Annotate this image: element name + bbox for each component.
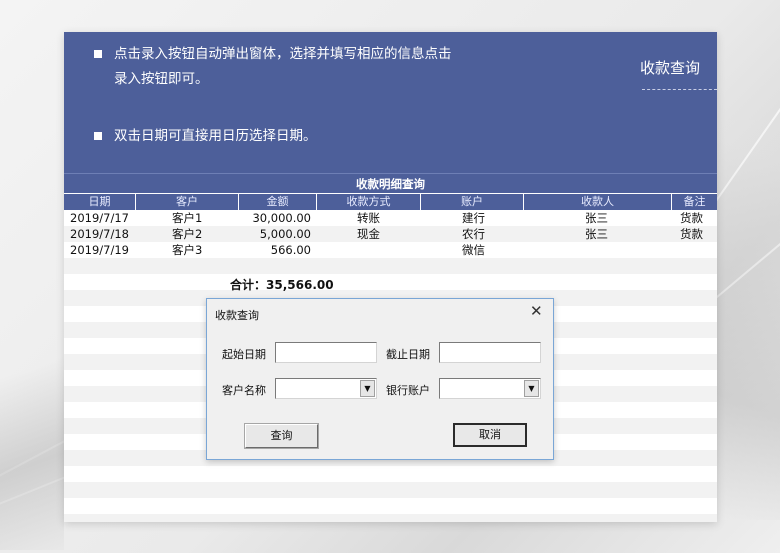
- cell-date[interactable]: 2019/7/17: [70, 210, 129, 226]
- dropdown-arrow-icon[interactable]: ▼: [524, 380, 539, 397]
- tip-text: 双击日期可直接用日历选择日期。: [114, 128, 317, 144]
- tip-text: 点击录入按钮自动弹出窗体，选择并填写相应的信息点击录入按钮即可。: [114, 46, 452, 87]
- cell-account[interactable]: 建行: [462, 210, 485, 226]
- header-amount: 金额: [239, 194, 317, 210]
- table-row[interactable]: 2019/7/17 客户1 30,000.00 转账 建行 张三 货款: [64, 210, 717, 226]
- query-button[interactable]: 查询: [244, 423, 319, 449]
- tip-entry: 点击录入按钮自动弹出窗体，选择并填写相应的信息点击录入按钮即可。: [94, 42, 454, 92]
- cell-customer[interactable]: 客户3: [172, 242, 202, 258]
- table-row[interactable]: 2019/7/18 客户2 5,000.00 现金 农行 张三 货款: [64, 226, 717, 242]
- start-date-field[interactable]: [275, 342, 377, 363]
- cell-payment-method[interactable]: 现金: [357, 226, 380, 242]
- header-payee: 收款人: [524, 194, 672, 210]
- bullet-icon: [94, 132, 102, 140]
- cell-account[interactable]: 微信: [462, 242, 485, 258]
- cell-amount[interactable]: 566.00: [239, 242, 311, 258]
- cell-customer[interactable]: 客户2: [172, 226, 202, 242]
- total-amount: 合计：35,566.00: [230, 276, 334, 293]
- customer-name-combobox[interactable]: ▼: [275, 378, 377, 399]
- header-customer: 客户: [136, 194, 239, 210]
- table-row[interactable]: 2019/7/19 客户3 566.00 微信: [64, 242, 717, 258]
- header-payment-method: 收款方式: [317, 194, 421, 210]
- cell-payee[interactable]: 张三: [585, 210, 608, 226]
- cell-payee[interactable]: 张三: [585, 226, 608, 242]
- header-account: 账户: [421, 194, 524, 210]
- query-link-underline: [642, 89, 717, 90]
- instruction-banner: 点击录入按钮自动弹出窗体，选择并填写相应的信息点击录入按钮即可。 双击日期可直接…: [64, 32, 717, 173]
- start-date-label: 起始日期: [222, 348, 266, 361]
- cell-account[interactable]: 农行: [462, 226, 485, 242]
- cell-customer[interactable]: 客户1: [172, 210, 202, 226]
- end-date-field[interactable]: [439, 342, 541, 363]
- cell-amount[interactable]: 30,000.00: [239, 210, 311, 226]
- header-date: 日期: [64, 194, 136, 210]
- tip-calendar: 双击日期可直接用日历选择日期。: [94, 124, 454, 149]
- cell-note[interactable]: 货款: [680, 226, 703, 242]
- total-value: 35,566.00: [266, 278, 334, 292]
- table-header: 日期 客户 金额 收款方式 账户 收款人 备注: [64, 194, 717, 210]
- dropdown-arrow-icon[interactable]: ▼: [360, 380, 375, 397]
- table-title: 收款明细查询: [64, 173, 717, 193]
- cell-payment-method[interactable]: 转账: [357, 210, 380, 226]
- customer-name-label: 客户名称: [222, 384, 266, 397]
- bullet-icon: [94, 50, 102, 58]
- bank-account-label: 银行账户: [386, 384, 430, 397]
- receipt-query-dialog: 收款查询 ✕ 起始日期 截止日期 客户名称 ▼ 银行账户 ▼ 查询 取消: [206, 298, 554, 460]
- cell-note[interactable]: 货款: [680, 210, 703, 226]
- cell-date[interactable]: 2019/7/19: [70, 242, 129, 258]
- total-label: 合计：: [230, 278, 267, 292]
- end-date-label: 截止日期: [386, 348, 430, 361]
- cell-amount[interactable]: 5,000.00: [239, 226, 311, 242]
- cell-date[interactable]: 2019/7/18: [70, 226, 129, 242]
- header-note: 备注: [683, 195, 706, 208]
- bank-account-combobox[interactable]: ▼: [439, 378, 541, 399]
- receipt-query-button[interactable]: 收款查询: [640, 57, 700, 78]
- dialog-title: 收款查询: [215, 309, 259, 322]
- close-icon[interactable]: ✕: [530, 303, 543, 319]
- cancel-button[interactable]: 取消: [453, 423, 527, 447]
